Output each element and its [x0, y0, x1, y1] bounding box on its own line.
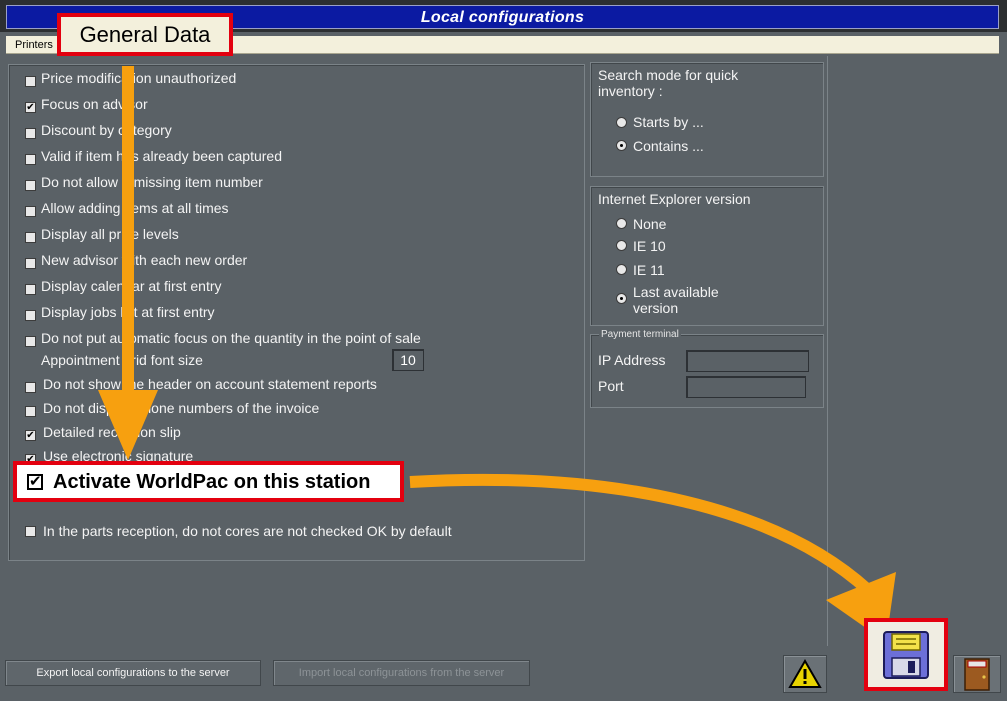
ie-version-title: Internet Explorer version: [598, 191, 751, 207]
worldpac-checkbox[interactable]: ✔: [27, 474, 43, 490]
save-button[interactable]: [864, 618, 948, 691]
option-checkbox[interactable]: [25, 406, 36, 417]
ie-11-label: IE 11: [633, 262, 665, 278]
search-mode-title: Search mode for quick inventory :: [598, 67, 739, 99]
ip-address-label: IP Address: [598, 352, 666, 368]
option-checkbox[interactable]: [25, 310, 36, 321]
option-checkbox[interactable]: [25, 382, 36, 393]
option-label: New advisor with each new order: [41, 252, 248, 268]
option-checkbox[interactable]: [25, 180, 36, 191]
option-label: Do not put automatic focus on the quanti…: [41, 330, 421, 346]
option-checkbox[interactable]: [25, 232, 36, 243]
option-checkbox[interactable]: [25, 206, 36, 217]
option-label: Focus on advisor: [41, 96, 148, 112]
option-label: Valid if item has already been captured: [41, 148, 282, 164]
contains-radio[interactable]: [616, 140, 627, 151]
option-checkbox[interactable]: [25, 258, 36, 269]
option-label: Detailed reception slip: [43, 424, 181, 440]
option-checkbox[interactable]: [25, 284, 36, 295]
option-label: Price modification unauthorized: [41, 70, 237, 86]
payment-terminal-title: Payment terminal: [599, 329, 681, 340]
option-label: Display all price levels: [41, 226, 179, 242]
option-checkbox[interactable]: [25, 128, 36, 139]
port-input[interactable]: [686, 376, 806, 398]
exit-door-icon: [964, 658, 990, 691]
option-label: Discount by category: [41, 122, 172, 138]
option-label: Display jobs list at first entry: [41, 304, 215, 320]
option-checkbox[interactable]: [25, 154, 36, 165]
ie-none-radio[interactable]: [616, 218, 627, 229]
tab-printers[interactable]: Printers: [15, 36, 53, 54]
ie-11-radio[interactable]: [616, 264, 627, 275]
option-checkbox[interactable]: ✔: [25, 430, 36, 441]
option-checkbox[interactable]: [25, 336, 36, 347]
parts-reception-checkbox[interactable]: [25, 526, 36, 537]
ip-address-input[interactable]: [686, 350, 809, 372]
option-checkbox[interactable]: [25, 76, 36, 87]
right-divider: [827, 56, 828, 646]
ie-latest-label: Last available version: [633, 284, 719, 316]
port-label: Port: [598, 378, 624, 394]
font-size-label: Appointment grid font size: [41, 352, 203, 368]
ie-none-label: None: [633, 216, 667, 232]
option-label: Do not show the header on account statem…: [43, 376, 377, 392]
export-config-button[interactable]: Export local configurations to the serve…: [5, 660, 261, 686]
contains-label: Contains ...: [633, 138, 704, 154]
import-config-button[interactable]: Import local configurations from the ser…: [273, 660, 530, 686]
option-label: Display calendar at first entry: [41, 278, 222, 294]
warning-icon: [788, 658, 822, 688]
warning-button[interactable]: [783, 655, 827, 693]
option-label: Allow adding items at all times: [41, 200, 229, 216]
tab-general-data[interactable]: General Data: [57, 13, 233, 56]
starts-by-radio[interactable]: [616, 117, 627, 128]
floppy-disk-icon: [883, 631, 929, 679]
option-checkbox[interactable]: ✔: [25, 102, 36, 113]
option-label: Do not allow a missing item number: [41, 174, 263, 190]
ie-10-radio[interactable]: [616, 240, 627, 251]
ie-10-label: IE 10: [633, 238, 666, 254]
starts-by-label: Starts by ...: [633, 114, 704, 130]
ie-latest-radio[interactable]: [616, 293, 627, 304]
parts-reception-label: In the parts reception, do not cores are…: [43, 523, 452, 539]
font-size-input[interactable]: 10: [392, 349, 424, 371]
worldpac-option[interactable]: ✔ Activate WorldPac on this station: [13, 461, 404, 502]
worldpac-label: Activate WorldPac on this station: [53, 471, 371, 493]
option-label: Do not display phone numbers of the invo…: [43, 400, 320, 416]
exit-button[interactable]: [953, 655, 1001, 693]
